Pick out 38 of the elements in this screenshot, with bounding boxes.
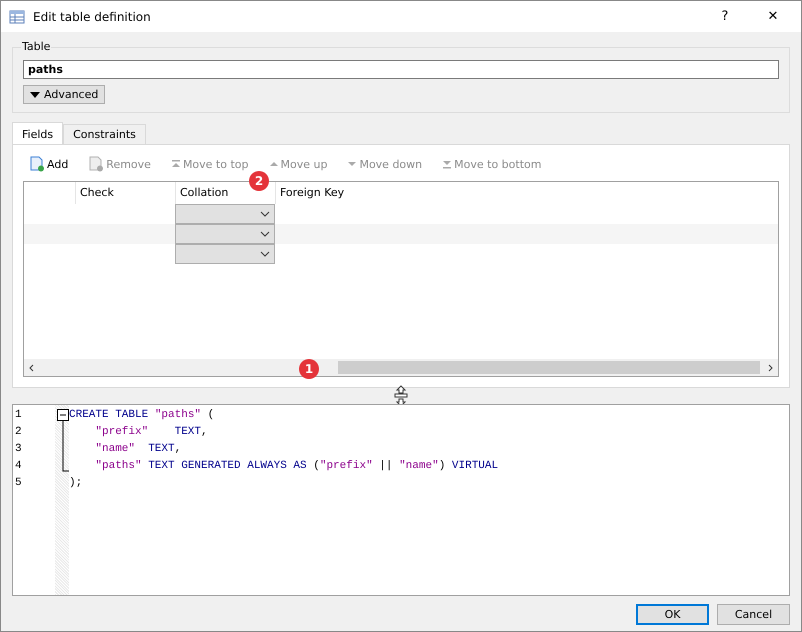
code-line: "paths" TEXT GENERATED ALWAYS AS ("prefix" || "name") VIRTUAL: [94, 459, 498, 474]
down-arrow-icon: [347, 159, 358, 169]
line-number: 3: [14, 442, 23, 457]
window-title: Edit table definition: [33, 10, 152, 24]
sql-editor[interactable]: 1 2 3 4 5 CREATE TABLE "paths" ( "prefix" TEXT, "name" TEXT, "paths" TEXT GENERATED ALWAYS AS ("prefix" || "name") VIRTUAL );: [12, 404, 790, 596]
dropdown-icon: [260, 251, 270, 257]
dialog-button[interactable]: Cancel: [717, 604, 790, 625]
advanced-button[interactable]: Advanced: [23, 85, 106, 104]
line-number: 1: [14, 408, 23, 423]
move-to-bottom-icon: [442, 159, 452, 169]
help-button[interactable]: ?: [705, 2, 745, 30]
line-number: 2: [14, 425, 23, 440]
dropdown-icon: [260, 231, 270, 237]
tab[interactable]: Constraints: [63, 124, 146, 145]
table-icon: [9, 8, 25, 24]
toolbar-button[interactable]: Add: [23, 156, 74, 172]
code-line: CREATE TABLE "paths" (: [69, 408, 216, 423]
move-to-top-icon: [170, 159, 181, 169]
line-number: 4: [14, 459, 23, 474]
code-line: "name" TEXT,: [94, 442, 182, 457]
close-button[interactable]: ✕: [753, 2, 793, 30]
annotation-badge: 2: [249, 171, 269, 191]
group-label: Table: [21, 40, 52, 53]
table-name-field[interactable]: paths: [23, 60, 779, 79]
resize-handle-icon[interactable]: [393, 385, 409, 407]
tab[interactable]: Fields: [12, 122, 64, 145]
up-arrow-icon: [268, 159, 278, 169]
code-line: "prefix" TEXT,: [94, 425, 209, 440]
horizontal-scrollbar[interactable]: [24, 359, 778, 376]
code-line: );: [69, 476, 84, 491]
triangle-down-icon: [30, 92, 40, 98]
remove-document-icon: [88, 156, 104, 172]
line-number: 5: [14, 476, 23, 491]
add-document-icon: [29, 156, 45, 172]
scroll-left-icon: [28, 364, 36, 372]
dropdown-icon: [260, 211, 270, 217]
scroll-right-icon: [766, 364, 774, 372]
dialog-button[interactable]: OK: [636, 604, 709, 625]
